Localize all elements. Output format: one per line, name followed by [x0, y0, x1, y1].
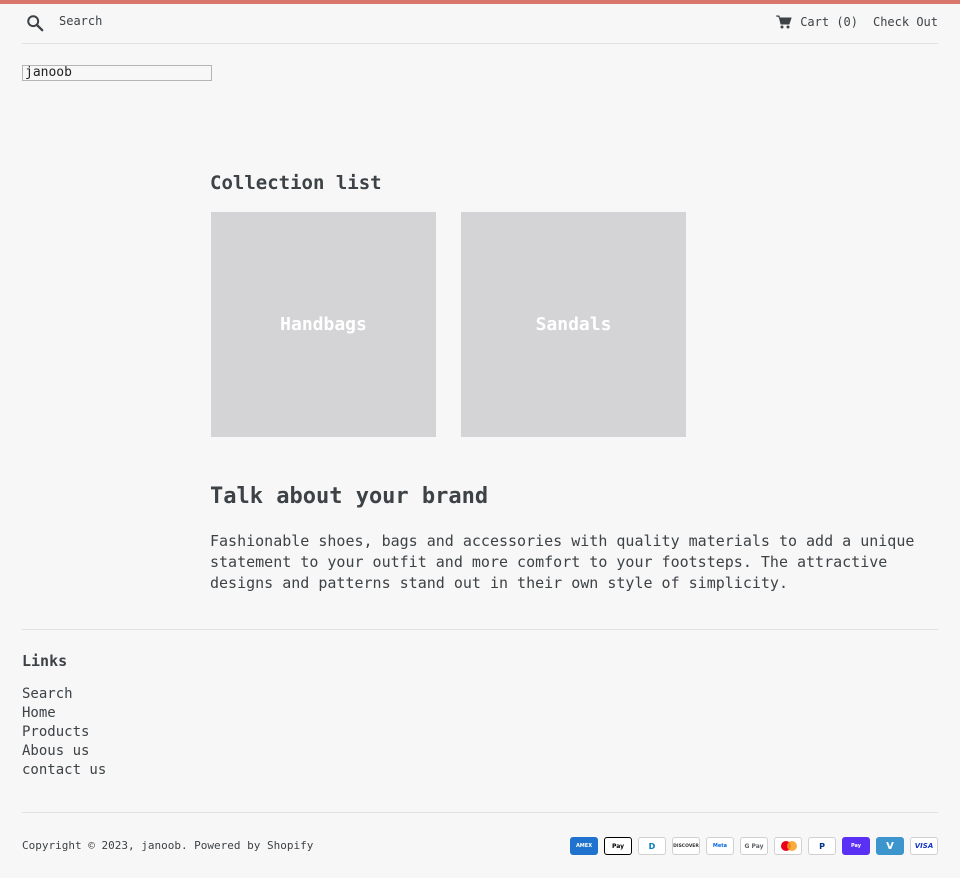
meta-pay-icon: Meta: [706, 837, 734, 855]
collection-list-title: Collection list: [210, 172, 382, 194]
paypal-icon: P: [808, 837, 836, 855]
shop-pay-icon: Pay: [842, 837, 870, 855]
search-icon[interactable]: [26, 14, 44, 32]
diners-club-icon: D: [638, 837, 666, 855]
brand-description: Fashionable shoes, bags and accessories …: [210, 532, 915, 592]
footer-links-title: Links: [22, 652, 68, 670]
footer-divider: [22, 629, 938, 630]
search-input[interactable]: Search: [59, 14, 102, 28]
discover-icon: DISCOVER: [672, 837, 700, 855]
cart-label: Cart (0): [800, 15, 858, 29]
footer-divider: [22, 812, 938, 813]
collection-card-label: Handbags: [280, 314, 367, 335]
footer-link-search[interactable]: Search: [22, 686, 73, 702]
site-logo[interactable]: janoob: [22, 65, 212, 81]
collection-card-handbags[interactable]: Handbags: [211, 212, 436, 437]
footer-link-products[interactable]: Products: [22, 724, 89, 740]
mastercard-icon: [774, 837, 802, 855]
apple-pay-icon: Pay: [604, 837, 632, 855]
collection-card-sandals[interactable]: Sandals: [461, 212, 686, 437]
footer-link-home[interactable]: Home: [22, 705, 56, 721]
cart-icon: [776, 15, 792, 29]
payment-icons: AMEX Pay D DISCOVER Meta G Pay P Pay V V…: [570, 837, 938, 855]
copyright-text: Copyright © 2023, janoob. Powered by Sho…: [22, 839, 314, 852]
venmo-icon: V: [876, 837, 904, 855]
checkout-link[interactable]: Check Out: [873, 15, 938, 29]
footer-link-contact[interactable]: contact us: [22, 762, 106, 778]
visa-icon: VISA: [910, 837, 938, 855]
brand-title: Talk about your brand: [210, 484, 489, 509]
collection-card-label: Sandals: [535, 314, 612, 335]
footer-link-about[interactable]: Abous us: [22, 743, 89, 759]
amex-icon: AMEX: [570, 837, 598, 855]
google-pay-icon: G Pay: [740, 837, 768, 855]
cart-link[interactable]: Cart (0): [776, 15, 858, 29]
site-header: Search Cart (0) Check Out: [22, 4, 938, 44]
footer-links-list: Search Home Products Abous us contact us: [22, 685, 106, 780]
